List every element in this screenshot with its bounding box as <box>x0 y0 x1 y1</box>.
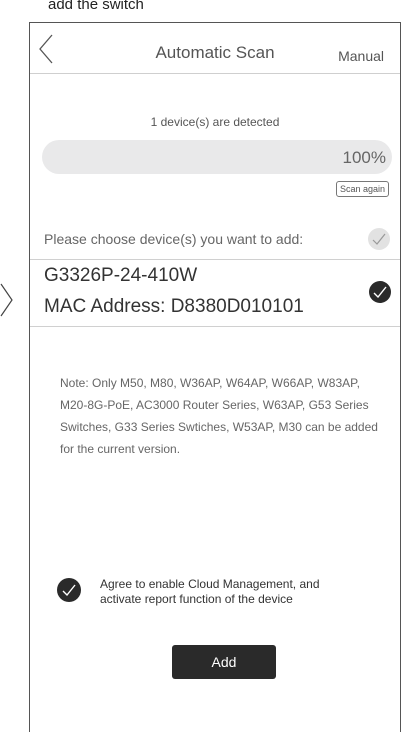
header-bar: Automatic Scan Manual <box>30 23 400 74</box>
scan-again-button[interactable]: Scan again <box>335 181 389 197</box>
progress-percent: 100% <box>342 148 386 167</box>
scan-progress-fill <box>42 140 392 174</box>
manual-button[interactable]: Manual <box>338 48 384 64</box>
compatibility-note: Note: Only M50, M80, W36AP, W64AP, W66AP… <box>60 376 378 456</box>
divider <box>30 259 400 260</box>
agree-checkbox[interactable] <box>57 578 81 602</box>
device-mac: MAC Address: D8380D010101 <box>44 296 304 317</box>
phone-frame: Automatic Scan Manual 1 device(s) are de… <box>29 22 401 732</box>
chevron-right-icon <box>0 280 14 325</box>
choose-devices-label: Please choose device(s) you want to add: <box>44 231 304 247</box>
add-button[interactable]: Add <box>172 645 276 679</box>
divider <box>30 326 400 327</box>
caption-text: add the switch <box>48 0 144 13</box>
agree-cloud-text: Agree to enable Cloud Management, and ac… <box>100 577 320 606</box>
checkmark-icon <box>372 233 386 245</box>
scan-progress-bar <box>42 140 392 174</box>
checkmark-icon <box>62 584 76 596</box>
device-select-checkbox[interactable] <box>369 281 391 303</box>
checkmark-icon <box>373 286 387 298</box>
select-all-checkbox[interactable] <box>368 228 390 250</box>
device-name: G3326P-24-410W <box>44 265 198 286</box>
detected-status: 1 device(s) are detected <box>150 115 280 129</box>
